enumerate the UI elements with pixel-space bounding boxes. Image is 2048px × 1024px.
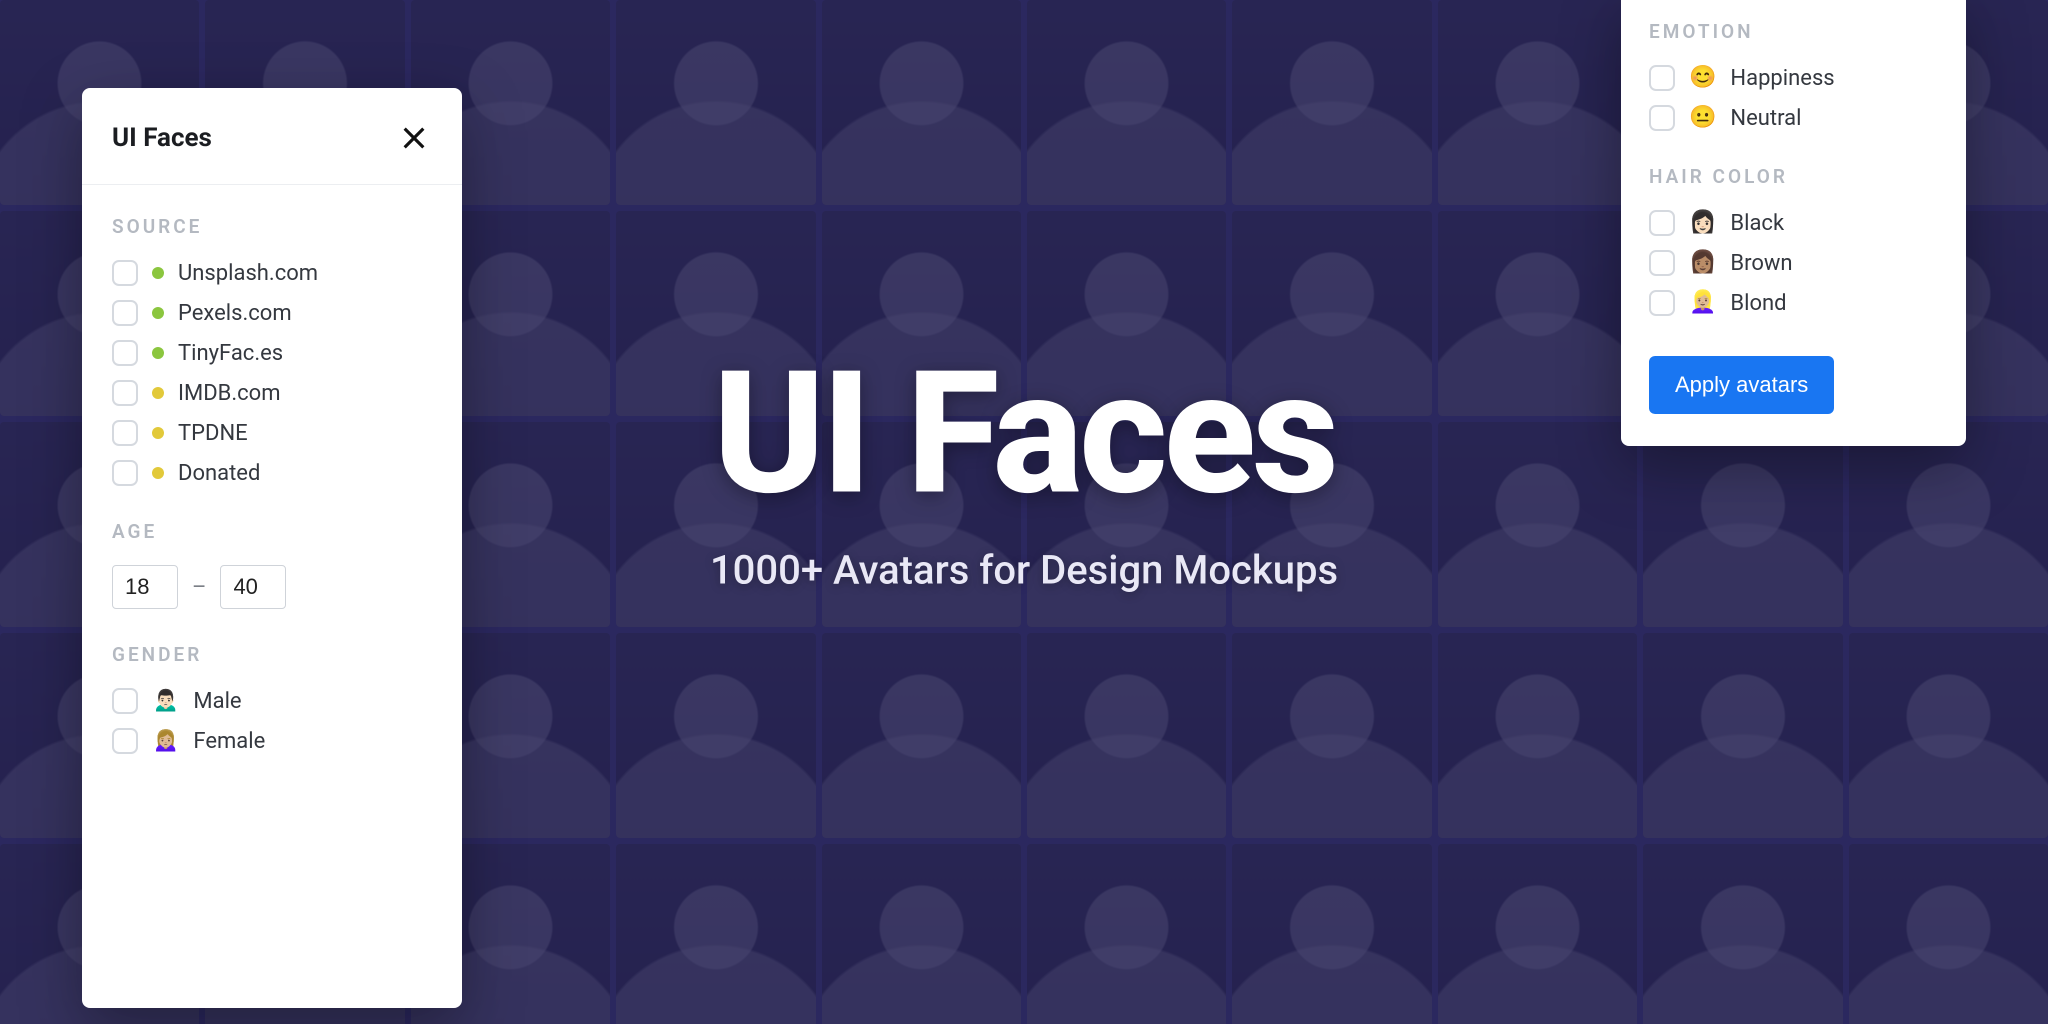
close-button[interactable] [396, 120, 432, 156]
age-label: AGE [112, 520, 432, 543]
checkbox[interactable] [1649, 210, 1675, 236]
emotion-option[interactable]: 😊 Happiness [1649, 65, 1938, 91]
hair-emoji-icon: 👩🏽 [1689, 252, 1716, 274]
hair-option[interactable]: 👩🏽 Brown [1649, 250, 1938, 276]
checkbox[interactable] [1649, 250, 1675, 276]
age-min-input[interactable] [112, 565, 178, 609]
checkbox[interactable] [112, 460, 138, 486]
emotion-label: Neutral [1730, 106, 1801, 131]
source-label: Donated [178, 461, 260, 486]
gender-label: GENDER [112, 643, 432, 666]
hair-section: HAIR COLOR 👩🏻 Black 👩🏽 Brown 👱🏼‍♀️ Blond [1649, 165, 1938, 316]
checkbox[interactable] [112, 728, 138, 754]
checkbox[interactable] [112, 340, 138, 366]
emotion-label: Happiness [1730, 66, 1834, 91]
hair-option[interactable]: 👩🏻 Black [1649, 210, 1938, 236]
source-option[interactable]: TPDNE [112, 420, 432, 446]
emotion-section: EMOTION 😊 Happiness 😐 Neutral [1649, 20, 1938, 131]
hero-title: UI Faces [710, 349, 1338, 519]
source-section: SOURCE Unsplash.com Pexels.com TinyFac.es I… [112, 215, 432, 486]
hair-label: Black [1730, 211, 1784, 236]
source-option[interactable]: Pexels.com [112, 300, 432, 326]
checkbox[interactable] [1649, 105, 1675, 131]
source-option[interactable]: Donated [112, 460, 432, 486]
source-label: TPDNE [178, 421, 248, 446]
checkbox[interactable] [112, 380, 138, 406]
source-label: Unsplash.com [178, 261, 318, 286]
checkbox[interactable] [1649, 290, 1675, 316]
gender-option[interactable]: 🙍🏼‍♀️ Female [112, 728, 432, 754]
checkbox[interactable] [112, 300, 138, 326]
checkbox[interactable] [112, 420, 138, 446]
source-option[interactable]: TinyFac.es [112, 340, 432, 366]
filter-panel-left: UI Faces SOURCE Unsplash.com Pexels.com Ti… [82, 88, 462, 1008]
source-label: SOURCE [112, 215, 432, 238]
emotion-option[interactable]: 😐 Neutral [1649, 105, 1938, 131]
apply-avatars-button[interactable]: Apply avatars [1649, 356, 1834, 414]
source-label: Pexels.com [178, 301, 292, 326]
status-dot-icon [152, 467, 164, 479]
checkbox[interactable] [112, 260, 138, 286]
status-dot-icon [152, 307, 164, 319]
age-range-dash: – [192, 575, 206, 600]
gender-emoji-icon: 🙍🏻‍♂️ [152, 690, 179, 712]
hero: UI Faces 1000+ Avatars for Design Mockup… [710, 349, 1338, 594]
hair-option[interactable]: 👱🏼‍♀️ Blond [1649, 290, 1938, 316]
gender-option[interactable]: 🙍🏻‍♂️ Male [112, 688, 432, 714]
hair-emoji-icon: 👩🏻 [1689, 212, 1716, 234]
status-dot-icon [152, 267, 164, 279]
source-option[interactable]: IMDB.com [112, 380, 432, 406]
hero-subtitle: 1000+ Avatars for Design Mockups [710, 547, 1338, 594]
panel-title: UI Faces [112, 123, 212, 153]
emotion-emoji-icon: 😊 [1689, 67, 1716, 89]
checkbox[interactable] [112, 688, 138, 714]
source-option[interactable]: Unsplash.com [112, 260, 432, 286]
hair-label: HAIR COLOR [1649, 165, 1938, 188]
age-max-input[interactable] [220, 565, 286, 609]
filter-panel-right: EMOTION 😊 Happiness 😐 Neutral HAIR COLOR 👩🏻… [1621, 0, 1966, 446]
source-label: TinyFac.es [178, 341, 283, 366]
gender-section: GENDER 🙍🏻‍♂️ Male 🙍🏼‍♀️ Female [112, 643, 432, 754]
status-dot-icon [152, 347, 164, 359]
checkbox[interactable] [1649, 65, 1675, 91]
gender-emoji-icon: 🙍🏼‍♀️ [152, 730, 179, 752]
hair-emoji-icon: 👱🏼‍♀️ [1689, 292, 1716, 314]
age-section: AGE – [112, 520, 432, 609]
emotion-label: EMOTION [1649, 20, 1938, 43]
status-dot-icon [152, 387, 164, 399]
emotion-emoji-icon: 😐 [1689, 107, 1716, 129]
hair-label: Brown [1730, 251, 1792, 276]
hair-label: Blond [1730, 291, 1786, 316]
gender-label: Female [193, 729, 265, 754]
status-dot-icon [152, 427, 164, 439]
close-icon [400, 124, 428, 152]
gender-label: Male [193, 689, 241, 714]
source-label: IMDB.com [178, 381, 281, 406]
